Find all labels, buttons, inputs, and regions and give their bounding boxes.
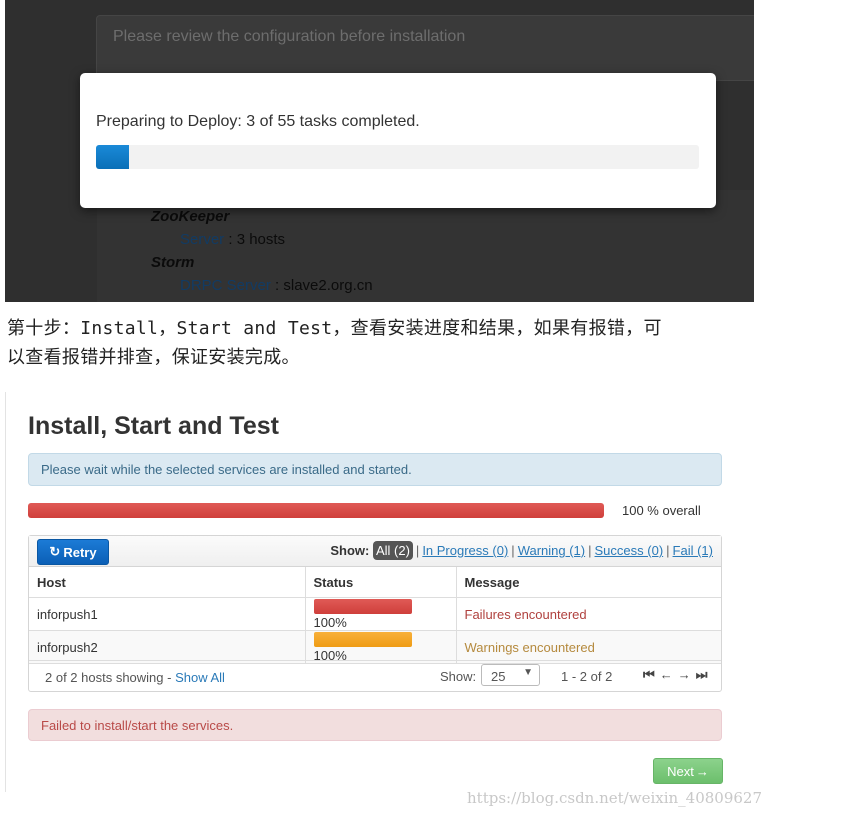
filter-in-progress[interactable]: In Progress (0)	[422, 543, 508, 558]
component-zookeeper-server: Server	[180, 231, 225, 248]
status-filters: Show: All (2) | In Progress (0) | Warning (1…	[330, 541, 713, 560]
filter-separator: |	[666, 543, 670, 558]
hosts-panel: ↻ Retry Show: All (2) | In Progress (0) | Wa…	[28, 535, 722, 692]
filter-warning[interactable]: Warning (1)	[518, 543, 585, 558]
filter-success[interactable]: Success (0)	[595, 543, 664, 558]
caption-line-1: 第十步：Install，Start and Test，查看安装进度和结果，如果有…	[7, 318, 662, 339]
column-host[interactable]: Host	[29, 567, 306, 598]
review-banner: Please review the configuration before i…	[96, 15, 754, 81]
filter-fail[interactable]: Fail (1)	[673, 543, 713, 558]
host-name[interactable]: inforpush1	[29, 597, 306, 632]
column-message[interactable]: Message	[456, 567, 721, 598]
caption-line-2: 以查看报错并排查，保证安装完成。	[7, 347, 300, 368]
filter-all[interactable]: All (2)	[372, 541, 413, 560]
hosts-count: 2 of 2 hosts showing - Show All	[45, 670, 225, 685]
filter-show-label: Show:	[330, 543, 370, 558]
info-alert: Please wait while the selected services …	[28, 453, 722, 486]
article-caption: 第十步：Install，Start and Test，查看安装进度和结果，如果有…	[7, 314, 767, 372]
service-name-storm: Storm	[151, 254, 195, 271]
table-footer: 2 of 2 hosts showing - Show All Show: 25…	[29, 660, 721, 691]
error-alert: Failed to install/start the services.	[28, 709, 722, 741]
overall-progress-bar	[28, 503, 604, 518]
page-title: Install, Start and Test	[28, 412, 279, 440]
caret-down-icon: ▼	[523, 667, 533, 678]
prev-page-icon[interactable]: ←	[660, 667, 678, 682]
table-header-row: Host Status Message	[29, 567, 721, 598]
refresh-icon: ↻	[49, 544, 61, 559]
host-status: 100%	[305, 630, 457, 665]
deploy-message: Preparing to Deploy: 3 of 55 tasks compl…	[96, 113, 420, 130]
component-drpc-value: : slave2.org.cn	[270, 277, 373, 294]
service-line-zookeeper: Server : 3 hosts	[180, 231, 285, 248]
component-drpc-server: DRPC Server	[180, 277, 271, 294]
review-banner-text: Please review the configuration before i…	[113, 28, 466, 45]
overall-progress-label: 100 % overall	[622, 503, 701, 518]
screenshot-edge	[5, 392, 6, 792]
first-page-icon[interactable]: ⏮	[643, 667, 660, 682]
last-page-icon[interactable]: ⏭	[696, 667, 713, 682]
info-alert-text: Please wait while the selected services …	[41, 462, 412, 477]
host-message[interactable]: Warnings encountered	[456, 630, 721, 665]
hosts-count-text: 2 of 2 hosts showing -	[45, 670, 176, 685]
deploy-screenshot: Please review the configuration before i…	[5, 0, 754, 302]
error-alert-text: Failed to install/start the services.	[41, 718, 234, 733]
pagination: ⏮←→⏭	[643, 667, 712, 683]
page-size-value: 25	[491, 669, 506, 684]
hosts-toolbar: ↻ Retry Show: All (2) | In Progress (0) | Wa…	[29, 536, 721, 567]
deploy-progress-bar	[96, 145, 699, 169]
filter-separator: |	[588, 543, 592, 558]
deploy-progress-fill	[96, 145, 130, 169]
retry-button[interactable]: ↻ Retry	[37, 539, 109, 565]
page-range: 1 - 2 of 2	[561, 669, 613, 684]
watermark: https://blog.csdn.net/weixin_40809627	[467, 789, 763, 807]
deploy-modal: Preparing to Deploy: 3 of 55 tasks compl…	[80, 73, 716, 208]
page-size-select[interactable]: 25 ▼	[481, 664, 540, 686]
filter-separator: |	[415, 543, 420, 558]
filter-separator: |	[511, 543, 515, 558]
service-name-zookeeper: ZooKeeper	[151, 208, 230, 225]
hosts-table: Host Status Message inforpush1 100% Fail…	[29, 567, 721, 665]
component-zookeeper-value: : 3 hosts	[224, 231, 286, 248]
overall-progress-fill	[28, 503, 604, 518]
next-button[interactable]: Next →	[653, 758, 723, 784]
arrow-right-icon: →	[695, 763, 709, 779]
table-row: inforpush1 100% Failures encountered	[29, 597, 721, 632]
column-status[interactable]: Status	[305, 567, 457, 598]
host-progress-bar	[313, 599, 412, 615]
next-button-label: Next	[667, 763, 694, 779]
page-size-label: Show:	[440, 669, 477, 684]
table-row: inforpush2 100% Warnings encountered	[29, 630, 721, 665]
host-progress-bar	[313, 632, 412, 648]
host-name[interactable]: inforpush2	[29, 630, 306, 665]
retry-button-label: Retry	[63, 544, 97, 560]
service-line-storm: DRPC Server : slave2.org.cn	[180, 277, 373, 294]
host-percent: 100%	[313, 615, 347, 631]
host-status: 100%	[305, 597, 457, 632]
next-page-icon[interactable]: →	[678, 667, 696, 682]
show-all-link[interactable]: Show All	[175, 670, 225, 685]
host-message[interactable]: Failures encountered	[456, 597, 721, 632]
